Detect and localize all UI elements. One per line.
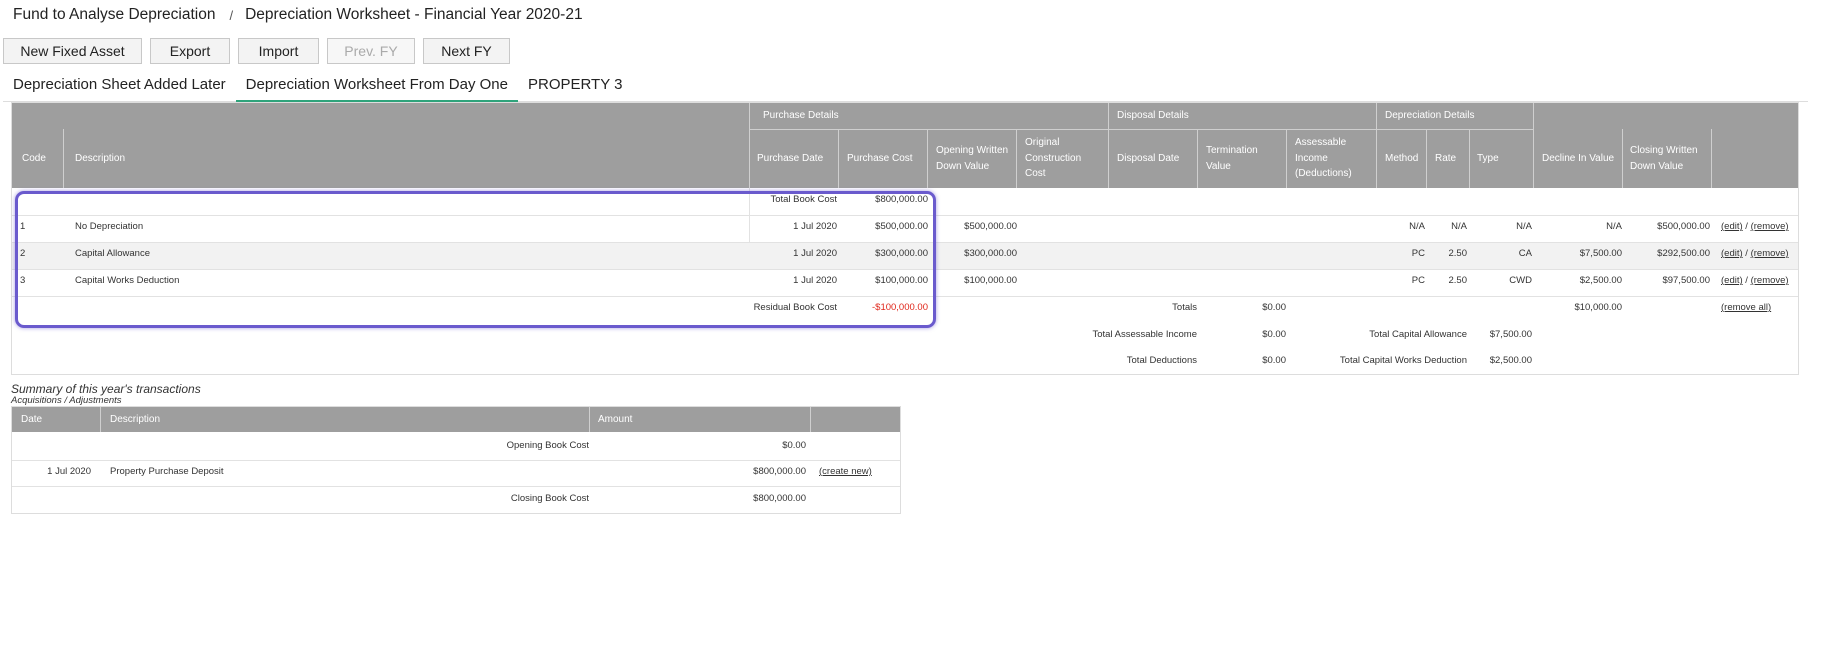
row-3-opening-wdv: $100,000.00 bbox=[964, 275, 1017, 286]
row-1-method: N/A bbox=[1409, 221, 1425, 232]
new-fixed-asset-button[interactable]: New Fixed Asset bbox=[3, 38, 142, 64]
col-opening-wdv[interactable]: Opening Written Down Value bbox=[936, 143, 1008, 174]
row-1-edit-link[interactable]: (edit) bbox=[1721, 221, 1743, 232]
row-3-type: CWD bbox=[1509, 275, 1532, 286]
row-1-actions: (edit) / (remove) bbox=[1721, 221, 1789, 232]
row-2-rate: 2.50 bbox=[1448, 248, 1468, 259]
col-purchase-cost[interactable]: Purchase Cost bbox=[847, 151, 913, 167]
summary-title: Summary of this year's transactions bbox=[11, 382, 201, 396]
summary-row-date: 1 Jul 2020 bbox=[47, 466, 91, 477]
summary-col-amount[interactable]: Amount bbox=[598, 414, 632, 425]
summary-row-description: Property Purchase Deposit bbox=[110, 466, 224, 477]
summary-col-description[interactable]: Description bbox=[110, 414, 160, 425]
row-1-remove-link[interactable]: (remove) bbox=[1751, 221, 1789, 232]
row-2-remove-link[interactable]: (remove) bbox=[1751, 248, 1789, 259]
group-depreciation-details: Depreciation Details bbox=[1385, 110, 1475, 121]
tab-property-3[interactable]: PROPERTY 3 bbox=[518, 72, 632, 102]
page-title: Depreciation Worksheet - Financial Year … bbox=[245, 6, 583, 23]
breadcrumb-separator: / bbox=[229, 7, 234, 23]
col-description[interactable]: Description bbox=[75, 151, 125, 167]
row-3-decline: $2,500.00 bbox=[1579, 275, 1622, 286]
row-3-edit-link[interactable]: (edit) bbox=[1721, 275, 1743, 286]
opening-book-cost-label: Opening Book Cost bbox=[506, 440, 589, 451]
col-decline-in-value[interactable]: Decline In Value bbox=[1542, 151, 1614, 167]
totals-decline-in-value: $10,000.00 bbox=[1574, 302, 1622, 313]
tab-depreciation-sheet-added-later[interactable]: Depreciation Sheet Added Later bbox=[3, 72, 236, 102]
row-3-method: PC bbox=[1411, 275, 1425, 286]
col-method[interactable]: Method bbox=[1385, 151, 1418, 167]
row-3-closing-wdv: $97,500.00 bbox=[1662, 275, 1710, 286]
row-2-opening-wdv: $300,000.00 bbox=[964, 248, 1017, 259]
total-deductions-label: Total Deductions bbox=[1126, 355, 1197, 366]
create-new-link[interactable]: (create new) bbox=[819, 466, 872, 478]
total-capital-works-deduction-label: Total Capital Works Deduction bbox=[1339, 355, 1467, 366]
col-assessable-income[interactable]: Assessable Income (Deductions) bbox=[1295, 135, 1352, 182]
row-1-closing-wdv: $500,000.00 bbox=[1657, 221, 1710, 232]
export-button[interactable]: Export bbox=[150, 38, 230, 64]
row-2-method: PC bbox=[1411, 248, 1425, 259]
summary-row-amount: $800,000.00 bbox=[753, 466, 806, 477]
row-3-remove-link[interactable]: (remove) bbox=[1751, 275, 1789, 286]
col-rate[interactable]: Rate bbox=[1435, 151, 1456, 167]
next-fy-button[interactable]: Next FY bbox=[423, 38, 510, 64]
row-1-decline: N/A bbox=[1606, 221, 1622, 232]
totals-label: Totals bbox=[1172, 302, 1197, 313]
row-1-opening-wdv: $500,000.00 bbox=[964, 221, 1017, 232]
total-capital-works-deduction-value: $2,500.00 bbox=[1489, 355, 1532, 366]
tab-depreciation-worksheet-from-day-one[interactable]: Depreciation Worksheet From Day One bbox=[235, 72, 518, 102]
row-2-closing-wdv: $292,500.00 bbox=[1657, 248, 1710, 259]
row-1-type: N/A bbox=[1516, 221, 1532, 232]
remove-all-link[interactable]: (remove all) bbox=[1721, 302, 1771, 314]
toolbar: New Fixed Asset Export Import Prev. FY N… bbox=[3, 38, 510, 64]
col-code[interactable]: Code bbox=[22, 151, 46, 167]
total-assessable-income-label: Total Assessable Income bbox=[1092, 329, 1197, 340]
col-closing-wdv[interactable]: Closing Written Down Value bbox=[1630, 143, 1698, 174]
import-button[interactable]: Import bbox=[238, 38, 319, 64]
opening-book-cost-value: $0.00 bbox=[782, 440, 806, 451]
summary-subtitle: Acquisitions / Adjustments bbox=[11, 395, 122, 406]
breadcrumb: Fund to Analyse Depreciation / Depreciat… bbox=[13, 5, 583, 25]
summary-col-date[interactable]: Date bbox=[21, 414, 42, 425]
row-3-actions: (edit) / (remove) bbox=[1721, 275, 1789, 286]
row-2-actions: (edit) / (remove) bbox=[1721, 248, 1789, 259]
summary-table: Date Description Amount Opening Book Cos… bbox=[11, 406, 901, 514]
row-3-rate: 2.50 bbox=[1448, 275, 1468, 286]
col-original-construction-cost[interactable]: Original Construction Cost bbox=[1025, 135, 1081, 182]
breadcrumb-parent[interactable]: Fund to Analyse Depreciation bbox=[13, 6, 215, 24]
group-purchase-details: Purchase Details bbox=[763, 110, 839, 121]
total-capital-allowance-value: $7,500.00 bbox=[1489, 329, 1532, 340]
row-2-decline: $7,500.00 bbox=[1579, 248, 1622, 259]
col-purchase-date[interactable]: Purchase Date bbox=[757, 151, 823, 167]
group-disposal-details: Disposal Details bbox=[1117, 110, 1189, 121]
closing-book-cost-value: $800,000.00 bbox=[753, 493, 806, 504]
col-disposal-date[interactable]: Disposal Date bbox=[1117, 151, 1179, 167]
total-assessable-income-value: $0.00 bbox=[1262, 329, 1286, 340]
worksheet-tabs: Depreciation Sheet Added Later Depreciat… bbox=[3, 72, 1808, 102]
totals-termination-value: $0.00 bbox=[1262, 302, 1286, 313]
total-deductions-value: $0.00 bbox=[1262, 355, 1286, 366]
row-2-type: CA bbox=[1518, 248, 1532, 259]
total-capital-allowance-label: Total Capital Allowance bbox=[1369, 329, 1467, 340]
col-termination-value[interactable]: Termination Value bbox=[1206, 143, 1258, 174]
closing-book-cost-label: Closing Book Cost bbox=[510, 493, 589, 504]
highlight-box bbox=[15, 191, 936, 328]
summary-header: Date Description Amount bbox=[12, 407, 900, 432]
row-1-rate: N/A bbox=[1451, 221, 1467, 232]
col-type[interactable]: Type bbox=[1477, 151, 1499, 167]
row-2-edit-link[interactable]: (edit) bbox=[1721, 248, 1743, 259]
table-header: Purchase Details Disposal Details Deprec… bbox=[12, 103, 1798, 188]
prev-fy-button[interactable]: Prev. FY bbox=[327, 38, 415, 64]
